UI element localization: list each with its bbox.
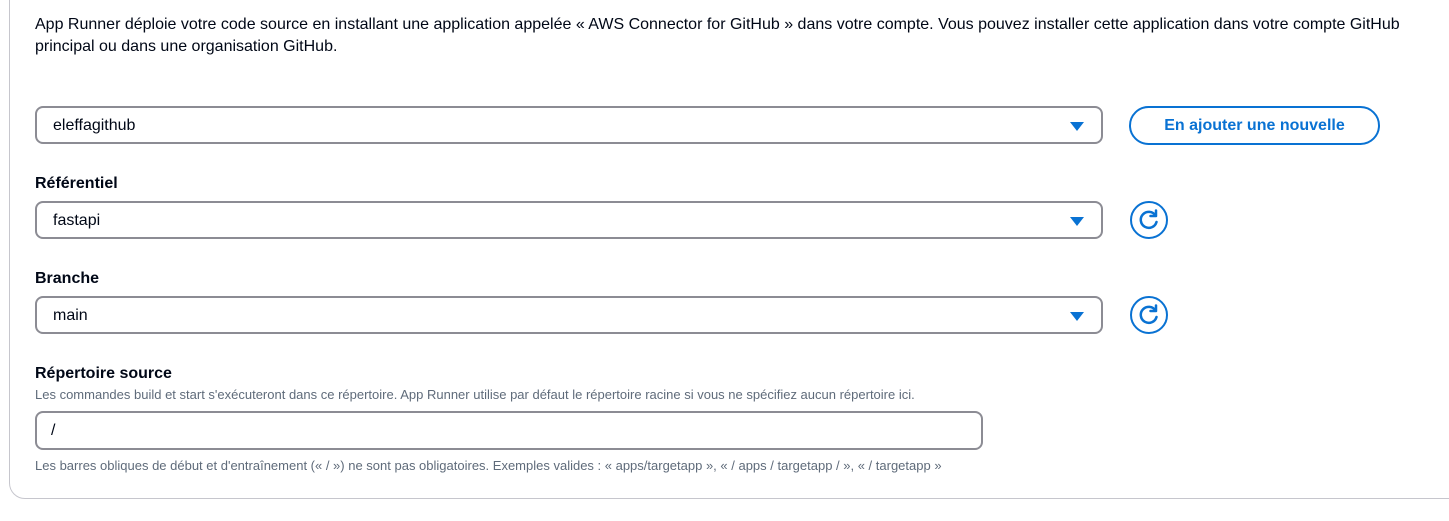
branch-label: Branche xyxy=(35,270,100,287)
caret-down-icon xyxy=(1070,122,1084,131)
repository-select[interactable]: fastapi xyxy=(35,201,1103,239)
caret-down-icon xyxy=(1070,217,1084,226)
source-directory-label: Répertoire source xyxy=(35,365,172,382)
source-directory-hint: Les barres obliques de début et d'entraî… xyxy=(35,458,942,473)
branch-select-value: main xyxy=(53,307,88,324)
source-directory-description: Les commandes build et start s'exécutero… xyxy=(35,387,915,402)
connection-select-value: eleffagithub xyxy=(53,117,136,134)
caret-down-icon xyxy=(1070,312,1084,321)
refresh-icon xyxy=(1130,201,1168,239)
intro-text: App Runner déploie votre code source en … xyxy=(35,16,1400,55)
branch-select[interactable]: main xyxy=(35,296,1103,334)
add-connection-button[interactable]: En ajouter une nouvelle xyxy=(1129,106,1380,145)
repository-label: Référentiel xyxy=(35,175,118,192)
refresh-icon xyxy=(1130,296,1168,334)
source-directory-input[interactable] xyxy=(51,420,951,442)
source-directory-field[interactable] xyxy=(35,411,983,450)
repository-select-value: fastapi xyxy=(53,212,101,229)
connection-select[interactable]: eleffagithub xyxy=(35,106,1103,144)
refresh-branch-button[interactable] xyxy=(1129,295,1169,335)
refresh-repository-button[interactable] xyxy=(1129,200,1169,240)
